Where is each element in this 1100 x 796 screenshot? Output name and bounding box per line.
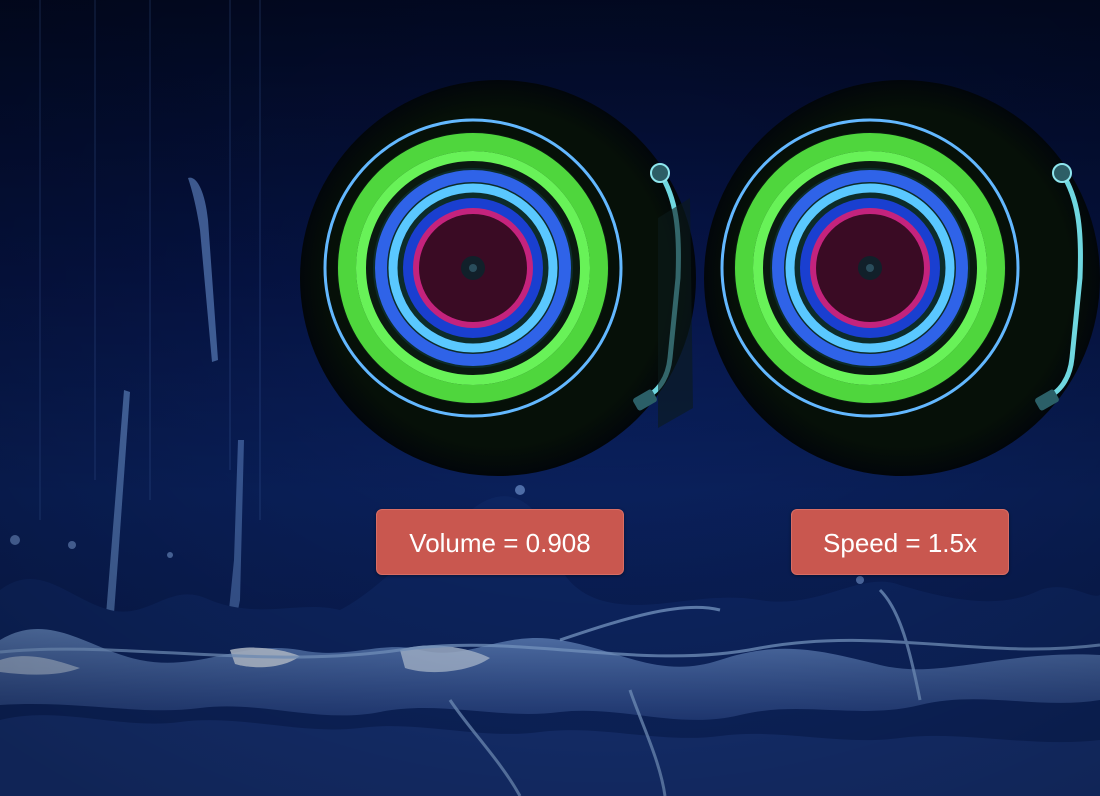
vinyl-record-icon	[300, 80, 696, 476]
left-turntable[interactable]	[298, 78, 698, 478]
right-turntable[interactable]	[702, 78, 1100, 478]
speed-button[interactable]: Speed = 1.5x	[791, 509, 1009, 575]
dj-stage: Volume = 0.908 Speed = 1.5x	[0, 0, 1100, 796]
volume-button[interactable]: Volume = 0.908	[376, 509, 624, 575]
vinyl-record-icon	[704, 80, 1100, 476]
